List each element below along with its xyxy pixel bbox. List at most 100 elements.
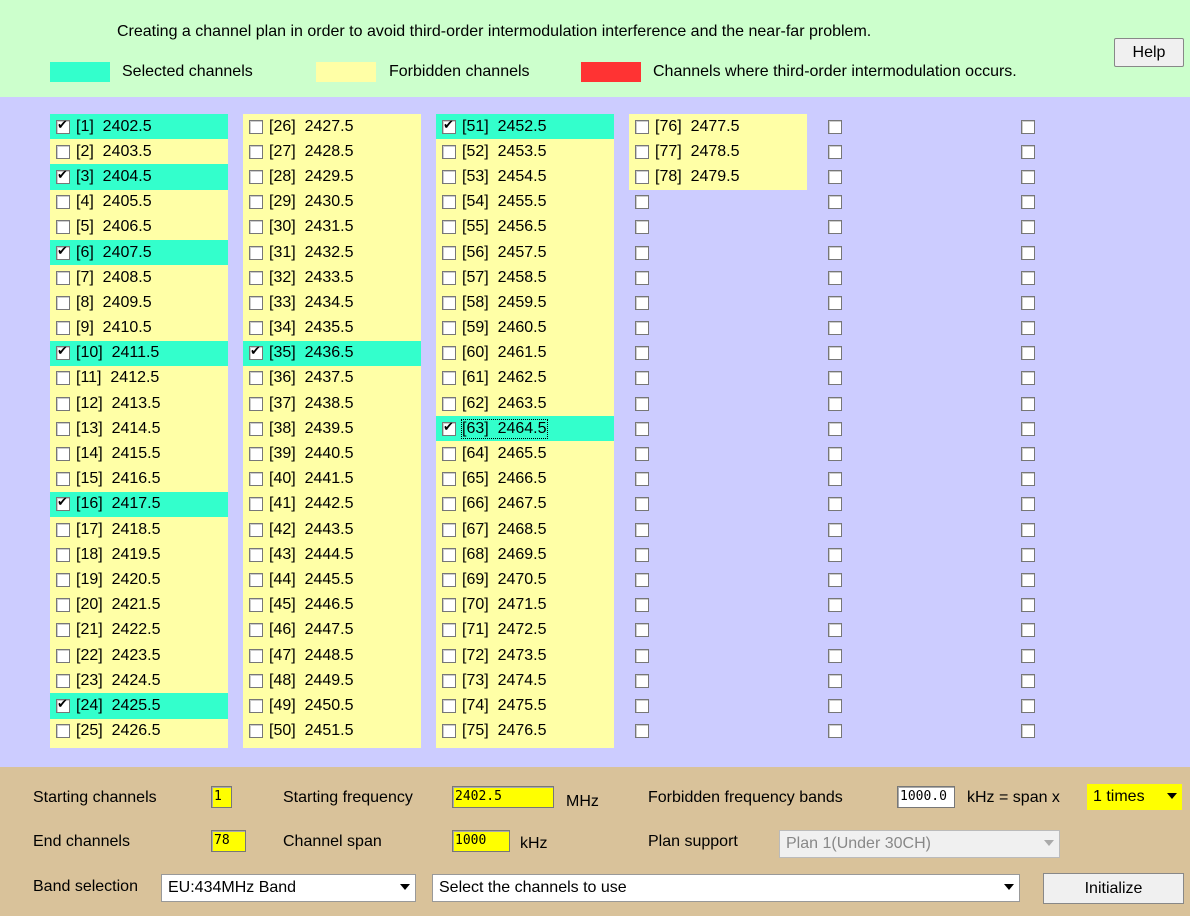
channel-row[interactable] bbox=[822, 391, 1000, 416]
channel-checkbox[interactable] bbox=[56, 724, 70, 739]
channel-checkbox[interactable] bbox=[442, 522, 456, 537]
channel-row[interactable]: [73] 2474.5 bbox=[436, 668, 614, 693]
channel-checkbox[interactable] bbox=[1021, 396, 1035, 411]
channel-checkbox[interactable] bbox=[249, 673, 263, 688]
channel-checkbox[interactable] bbox=[635, 497, 649, 512]
channel-checkbox[interactable] bbox=[635, 144, 649, 159]
channel-checkbox[interactable] bbox=[828, 245, 842, 260]
channel-row[interactable]: [45] 2446.5 bbox=[243, 593, 421, 618]
channel-checkbox[interactable] bbox=[1021, 547, 1035, 562]
channel-checkbox[interactable] bbox=[1021, 698, 1035, 713]
channel-row[interactable]: [54] 2455.5 bbox=[436, 190, 614, 215]
channel-row[interactable] bbox=[822, 114, 1000, 139]
channel-checkbox[interactable] bbox=[249, 623, 263, 638]
channel-checkbox[interactable] bbox=[56, 547, 70, 562]
channel-checkbox[interactable] bbox=[56, 697, 70, 713]
channel-row[interactable]: [65] 2466.5 bbox=[436, 467, 614, 492]
channel-row[interactable]: [46] 2447.5 bbox=[243, 618, 421, 643]
channel-row[interactable] bbox=[822, 618, 1000, 643]
channel-checkbox[interactable] bbox=[56, 195, 70, 210]
channel-checkbox[interactable] bbox=[635, 396, 649, 411]
channel-row[interactable] bbox=[629, 693, 807, 718]
channel-checkbox[interactable] bbox=[249, 598, 263, 613]
channel-checkbox[interactable] bbox=[1021, 119, 1035, 134]
end-channels-input[interactable]: 78 bbox=[211, 830, 246, 852]
channel-row[interactable] bbox=[1015, 492, 1190, 517]
starting-channels-input[interactable]: 1 bbox=[211, 786, 232, 808]
channel-row[interactable] bbox=[822, 693, 1000, 718]
channel-checkbox[interactable] bbox=[56, 396, 70, 411]
channel-row[interactable]: [29] 2430.5 bbox=[243, 190, 421, 215]
channel-row[interactable]: [48] 2449.5 bbox=[243, 668, 421, 693]
channel-checkbox[interactable] bbox=[249, 497, 263, 512]
channel-row[interactable] bbox=[822, 467, 1000, 492]
channel-checkbox[interactable] bbox=[1021, 623, 1035, 638]
channel-checkbox[interactable] bbox=[56, 495, 70, 512]
channel-checkbox[interactable] bbox=[635, 698, 649, 713]
channel-row[interactable]: [72] 2473.5 bbox=[436, 643, 614, 668]
channel-checkbox[interactable] bbox=[249, 295, 263, 310]
channel-checkbox[interactable] bbox=[828, 295, 842, 310]
channel-checkbox[interactable] bbox=[635, 572, 649, 587]
channel-row[interactable]: [59] 2460.5 bbox=[436, 316, 614, 341]
channel-row[interactable] bbox=[822, 164, 1000, 189]
channel-checkbox[interactable] bbox=[635, 472, 649, 487]
channel-row[interactable]: [74] 2475.5 bbox=[436, 693, 614, 718]
channel-row[interactable] bbox=[1015, 190, 1190, 215]
channel-checkbox[interactable] bbox=[828, 321, 842, 336]
channel-checkbox[interactable] bbox=[1021, 245, 1035, 260]
channel-row[interactable]: [42] 2443.5 bbox=[243, 517, 421, 542]
channel-checkbox[interactable] bbox=[56, 447, 70, 462]
channel-checkbox[interactable] bbox=[1021, 673, 1035, 688]
channel-row[interactable]: [41] 2442.5 bbox=[243, 492, 421, 517]
channel-row[interactable] bbox=[629, 265, 807, 290]
channel-checkbox[interactable] bbox=[249, 447, 263, 462]
channel-checkbox[interactable] bbox=[56, 421, 70, 436]
channel-checkbox[interactable] bbox=[56, 168, 70, 184]
channel-checkbox[interactable] bbox=[828, 195, 842, 210]
channel-row[interactable]: [57] 2458.5 bbox=[436, 265, 614, 290]
channel-checkbox[interactable] bbox=[635, 245, 649, 260]
channel-row[interactable]: [78] 2479.5 bbox=[629, 164, 807, 189]
channel-checkbox[interactable] bbox=[442, 396, 456, 411]
channel-checkbox[interactable] bbox=[828, 447, 842, 462]
channel-checkbox[interactable] bbox=[635, 346, 649, 361]
channel-checkbox[interactable] bbox=[635, 522, 649, 537]
channel-checkbox[interactable] bbox=[828, 169, 842, 184]
channel-checkbox[interactable] bbox=[442, 623, 456, 638]
channel-checkbox[interactable] bbox=[249, 421, 263, 436]
channel-row[interactable]: [33] 2434.5 bbox=[243, 290, 421, 315]
channel-row[interactable] bbox=[1015, 366, 1190, 391]
channel-row[interactable]: [77] 2478.5 bbox=[629, 139, 807, 164]
channel-checkbox[interactable] bbox=[1021, 371, 1035, 386]
channel-row[interactable] bbox=[629, 492, 807, 517]
channel-checkbox[interactable] bbox=[249, 648, 263, 663]
channel-row[interactable]: [15] 2416.5 bbox=[50, 467, 228, 492]
channel-checkbox[interactable] bbox=[1021, 144, 1035, 159]
channel-checkbox[interactable] bbox=[828, 698, 842, 713]
channel-checkbox[interactable] bbox=[1021, 598, 1035, 613]
channel-checkbox[interactable] bbox=[1021, 447, 1035, 462]
channel-row[interactable] bbox=[1015, 240, 1190, 265]
channel-checkbox[interactable] bbox=[56, 344, 70, 361]
channel-checkbox[interactable] bbox=[249, 144, 263, 159]
channel-row[interactable] bbox=[1015, 668, 1190, 693]
channel-row[interactable] bbox=[822, 593, 1000, 618]
channel-row[interactable] bbox=[629, 316, 807, 341]
channel-checkbox[interactable] bbox=[56, 371, 70, 386]
channel-row[interactable]: [56] 2457.5 bbox=[436, 240, 614, 265]
channel-checkbox[interactable] bbox=[1021, 497, 1035, 512]
channel-checkbox[interactable] bbox=[828, 371, 842, 386]
channel-checkbox[interactable] bbox=[56, 472, 70, 487]
channel-row[interactable]: [47] 2448.5 bbox=[243, 643, 421, 668]
channel-row[interactable] bbox=[822, 492, 1000, 517]
channel-checkbox[interactable] bbox=[442, 144, 456, 159]
channel-row[interactable]: [35] 2436.5 bbox=[243, 340, 421, 366]
channel-row[interactable] bbox=[1015, 467, 1190, 492]
channel-checkbox[interactable] bbox=[249, 396, 263, 411]
channel-checkbox[interactable] bbox=[442, 346, 456, 361]
channel-row[interactable]: [11] 2412.5 bbox=[50, 366, 228, 391]
channel-checkbox[interactable] bbox=[828, 421, 842, 436]
channel-checkbox[interactable] bbox=[56, 270, 70, 285]
channel-checkbox[interactable] bbox=[56, 648, 70, 663]
